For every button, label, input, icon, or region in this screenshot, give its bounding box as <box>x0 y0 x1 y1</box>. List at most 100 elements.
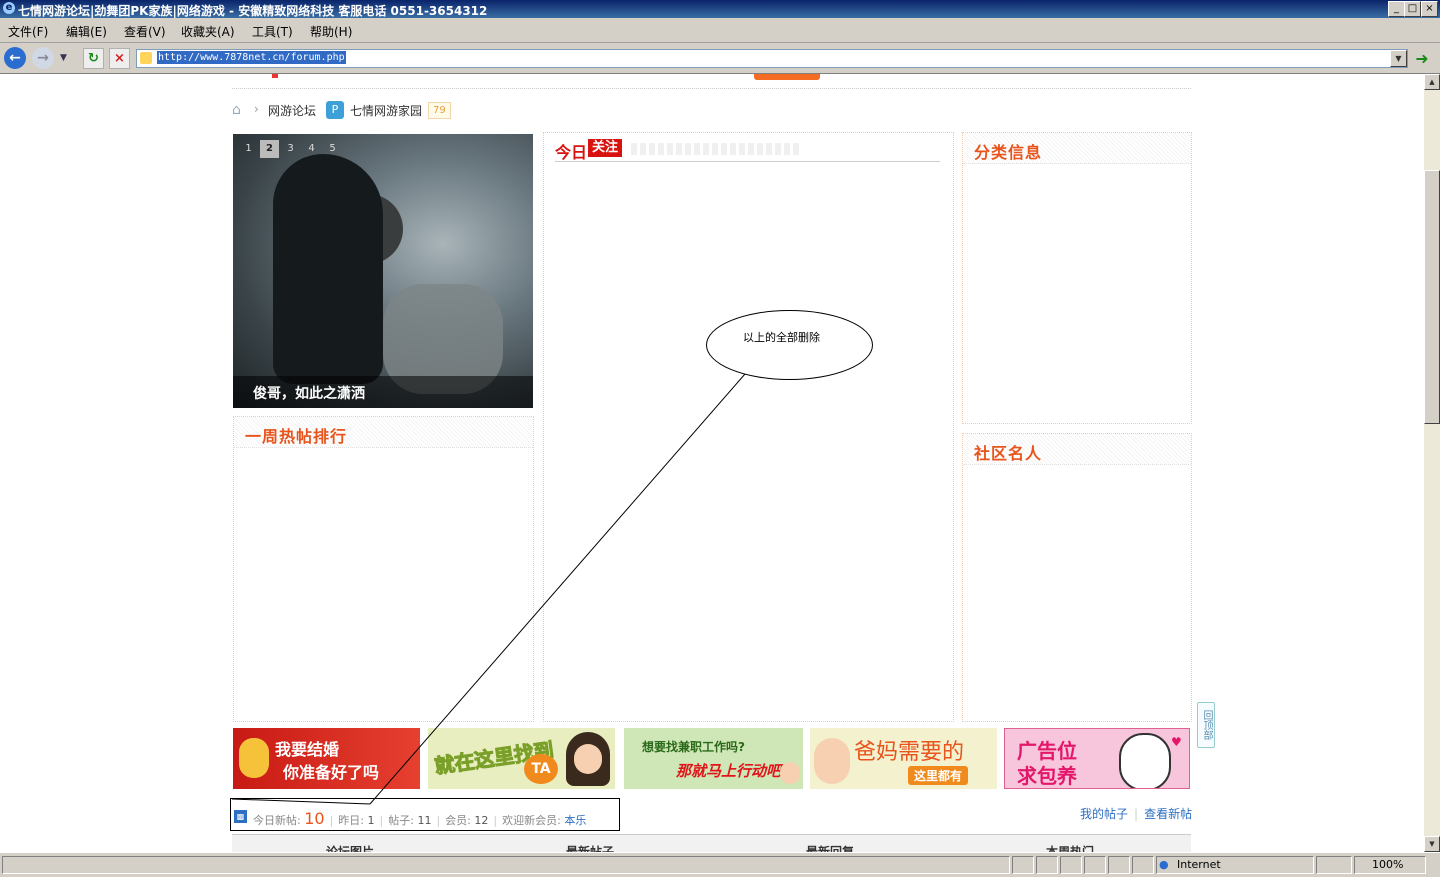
window-title: 七情网游论坛|劲舞团PK家族|网络游戏 - 安徽精致网络科技 客服电话 0551… <box>18 4 488 18</box>
stats-chart-icon: ▩ <box>234 810 247 823</box>
tab-forum-images[interactable]: 论坛图片 <box>326 843 374 852</box>
faded-header-text <box>631 143 801 155</box>
status-cell <box>1108 856 1130 874</box>
newest-member-link[interactable]: 本乐 <box>564 814 586 827</box>
address-dropdown-icon[interactable]: ▼ <box>1390 50 1407 67</box>
heart-icon: ♥ <box>1171 735 1182 749</box>
breadcrumb-separator: › <box>254 102 259 116</box>
banner-mascot-icon <box>239 738 269 778</box>
breadcrumb-forum-link[interactable]: 网游论坛 <box>268 102 316 119</box>
address-url: http://www.7878net.cn/forum.php <box>157 51 346 64</box>
tab-latest-posts[interactable]: 最新帖子 <box>566 843 614 852</box>
refresh-icon[interactable]: ↻ <box>83 48 104 69</box>
menu-favorites[interactable]: 收藏夹(A) <box>181 23 235 40</box>
menu-tools[interactable]: 工具(T) <box>252 23 293 40</box>
tab-weekly-hot[interactable]: 本周热门 <box>1046 843 1094 852</box>
forum-icon: P <box>326 101 344 119</box>
forward-icon[interactable]: → <box>32 47 54 69</box>
slide-page-3[interactable]: 3 <box>281 140 300 158</box>
banner-line1: 我要结婚 <box>275 740 340 759</box>
banner-ad-slot[interactable]: 广告位 求包养 ♥ <box>1004 728 1190 789</box>
window-title-bar: e 七情网游论坛|劲舞团PK家族|网络游戏 - 安徽精致网络科技 客服电话 05… <box>0 0 1440 18</box>
stats-posts-label: 帖子: <box>388 814 414 827</box>
zoom-level[interactable]: 100% <box>1372 858 1403 871</box>
stats-row: 今日新帖: 10 | 昨日: 1 | 帖子: 11 | 会员: 12 | 欢迎新会员: 本乐 <box>253 809 587 828</box>
slideshow-pager: 12345 <box>239 140 344 158</box>
nav-active-tab <box>754 74 820 80</box>
forum-stats: ▩ 今日新帖: 10 | 昨日: 1 | 帖子: 11 | 会员: 12 | 欢迎新会员: 本乐 <box>230 798 620 831</box>
breadcrumb-home-link[interactable]: 七情网游家园 <box>350 102 422 119</box>
banner-line1: 想要找兼职工作吗? <box>642 740 745 754</box>
minimize-button[interactable]: _ <box>1388 1 1405 17</box>
home-icon[interactable]: ⌂ <box>232 103 248 117</box>
nav-marker <box>272 74 278 78</box>
banner-line2: 这里都有 <box>908 766 969 785</box>
scroll-down-icon[interactable]: ▼ <box>1424 836 1440 852</box>
today-badge: 关注 <box>588 139 623 157</box>
slide-page-5[interactable]: 5 <box>323 140 342 158</box>
slide-page-2[interactable]: 2 <box>260 140 279 158</box>
today-focus-panel: 今日 关注 <box>543 132 954 722</box>
stats-yesterday-label: 昨日: <box>338 814 365 827</box>
slideshow-caption[interactable]: 俊哥，如此之潇洒 <box>253 383 365 403</box>
status-cell <box>1132 856 1154 874</box>
maximize-button[interactable]: □ <box>1404 1 1421 17</box>
stats-yesterday-value: 1 <box>367 814 375 827</box>
annotation-text: 以上的全部删除 <box>743 331 820 344</box>
menu-edit[interactable]: 编辑(E) <box>66 23 107 40</box>
back-to-top-button[interactable]: 回顶部 <box>1197 702 1215 748</box>
stats-members-label: 会员: <box>445 814 471 827</box>
ie-logo-icon: e <box>3 2 15 14</box>
banner-parents[interactable]: 爸妈需要的 这里都有 <box>810 728 997 789</box>
address-toolbar: ← → ▼ ↻ × http://www.7878net.cn/forum.ph… <box>0 43 1440 74</box>
panel-header: 分类信息 <box>963 133 1191 164</box>
banner-line2: TA <box>524 754 558 784</box>
banner-baby-icon <box>814 738 850 784</box>
slide-page-4[interactable]: 4 <box>302 140 321 158</box>
banner-line2: 那就马上行动吧! <box>676 762 788 780</box>
menu-help[interactable]: 帮助(H) <box>310 23 352 40</box>
go-icon[interactable]: ➜ <box>1412 49 1432 68</box>
vertical-scrollbar[interactable]: ▲ ▼ <box>1424 74 1440 852</box>
new-posts-link[interactable]: 查看新帖 <box>1144 807 1192 821</box>
history-dropdown-icon[interactable]: ▼ <box>60 53 67 63</box>
menu-file[interactable]: 文件(F) <box>8 23 48 40</box>
image-slideshow[interactable]: 12345 俊哥，如此之潇洒 <box>233 134 533 408</box>
scroll-thumb[interactable] <box>1424 170 1440 424</box>
stats-welcome-label: 欢迎新会员: <box>502 814 561 827</box>
privacy-icon[interactable] <box>1084 856 1106 874</box>
banner-find-ta[interactable]: 就在这里找到 TA <box>428 728 615 789</box>
close-button[interactable]: × <box>1421 1 1438 17</box>
stop-icon[interactable]: × <box>109 48 130 69</box>
protected-mode-icon[interactable] <box>1316 856 1352 874</box>
address-input[interactable]: http://www.7878net.cn/forum.php <box>136 49 1408 68</box>
status-cell <box>1036 856 1058 874</box>
banner-line1: 爸妈需要的 <box>854 740 965 765</box>
security-zone-label: Internet <box>1177 858 1221 871</box>
my-posts-link[interactable]: 我的帖子 <box>1080 807 1128 821</box>
stats-today-value: 10 <box>304 809 325 828</box>
slideshow-caption-bar: 俊哥，如此之潇洒 <box>233 376 533 408</box>
menu-bar: 文件(F) 编辑(E) 查看(V) 收藏夹(A) 工具(T) 帮助(H) <box>0 18 1440 43</box>
banner-person-icon <box>1119 733 1171 788</box>
slide-page-1[interactable]: 1 <box>239 140 258 158</box>
scroll-up-icon[interactable]: ▲ <box>1424 74 1440 90</box>
status-cell <box>1012 856 1034 874</box>
tab-latest-replies[interactable]: 最新回复 <box>806 843 854 852</box>
favicon-icon <box>140 52 152 64</box>
panel-header: 社区名人 <box>963 434 1191 465</box>
banner-baby-icon <box>780 762 800 784</box>
banner-face-icon <box>574 744 602 774</box>
annotation-balloon: 以上的全部删除 <box>706 310 873 380</box>
back-icon[interactable]: ← <box>4 47 26 69</box>
status-bar: ● Internet 100% <box>0 852 1440 877</box>
page-viewport: ⌂ › 网游论坛 P 七情网游家园 79 12345 俊哥，如此之潇洒 一周热帖… <box>0 74 1424 852</box>
classified-panel: 分类信息 <box>962 132 1192 424</box>
top-nav-remnant <box>232 74 1191 89</box>
weekly-hot-panel: 一周热帖排行 <box>233 416 534 722</box>
banner-wedding[interactable]: 我要结婚 你准备好了吗 <box>233 728 420 789</box>
content-tabs: 论坛图片 最新帖子 最新回复 本周热门 <box>232 834 1191 852</box>
status-message-cell <box>2 856 1010 874</box>
menu-view[interactable]: 查看(V) <box>124 23 166 40</box>
banner-parttime[interactable]: 想要找兼职工作吗? 那就马上行动吧! <box>624 728 803 789</box>
